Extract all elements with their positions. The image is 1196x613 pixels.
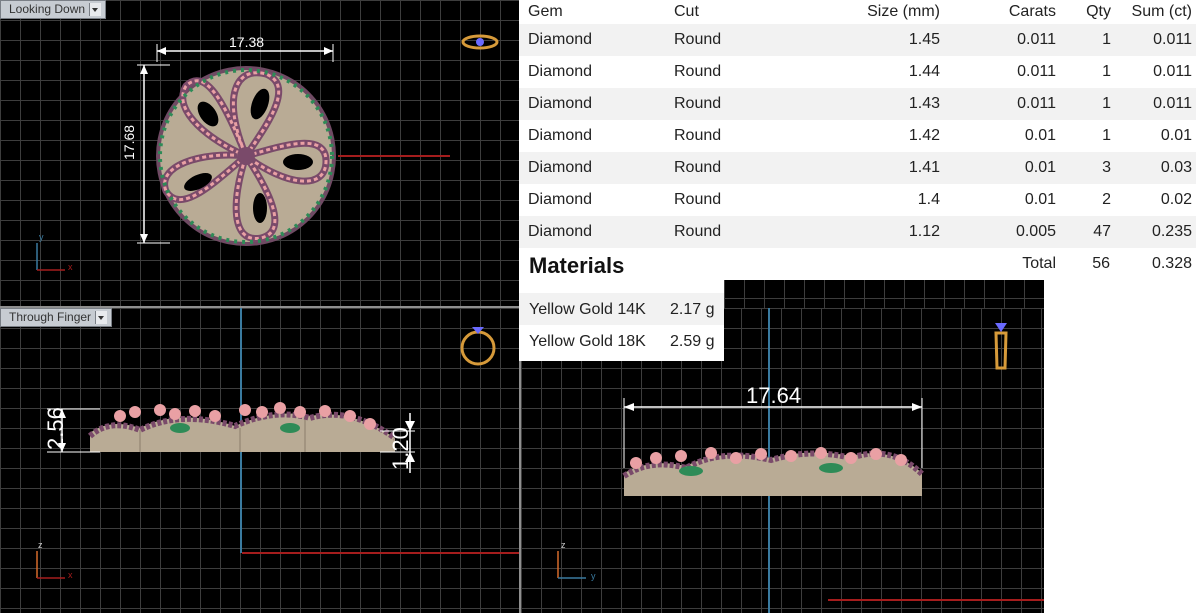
material-weight: 2.59 g bbox=[670, 333, 715, 350]
axis-x-label: x bbox=[68, 570, 73, 580]
cell-sum: 0.011 bbox=[1111, 88, 1196, 120]
cell-cut: Round bbox=[674, 216, 814, 248]
cell-qty: 1 bbox=[1102, 127, 1111, 144]
front-height-right-dimension: 1.20 bbox=[388, 427, 413, 470]
axis-z-label: z bbox=[561, 540, 566, 550]
view-selector-looking-down[interactable]: Looking Down bbox=[0, 0, 107, 19]
materials-title: Materials bbox=[529, 253, 625, 278]
cell-carats: 0.01 bbox=[940, 152, 1056, 184]
cell-carats: 0.01 bbox=[1024, 127, 1056, 144]
header-cut: Cut bbox=[674, 3, 699, 20]
ring-front-icon bbox=[460, 327, 496, 366]
cell-size: 1.45 bbox=[814, 24, 940, 56]
header-sum: Sum (ct) bbox=[1131, 3, 1192, 20]
header-size: Size (mm) bbox=[867, 3, 940, 20]
cell-sum: 0.235 bbox=[1111, 216, 1196, 248]
ring-orientation-icon bbox=[461, 34, 499, 50]
header-gem: Gem bbox=[528, 3, 563, 20]
cell-gem: Diamond bbox=[519, 152, 674, 184]
ring-side-icon bbox=[994, 323, 1008, 370]
total-qty: 56 bbox=[1092, 255, 1110, 272]
front-height-left-dimension: 2.56 bbox=[43, 407, 68, 450]
cell-carats: 0.011 bbox=[940, 24, 1056, 56]
chevron-down-icon[interactable] bbox=[95, 311, 108, 324]
view-label-text: Through Finger bbox=[9, 310, 92, 324]
top-height-dimension: 17.68 bbox=[121, 124, 137, 160]
cell-size: 1.44 bbox=[908, 63, 940, 80]
header-qty: Qty bbox=[1086, 3, 1111, 20]
cell-size: 1.43 bbox=[814, 88, 940, 120]
header-carats: Carats bbox=[1008, 3, 1056, 20]
chevron-down-icon[interactable] bbox=[89, 3, 102, 16]
cell-gem: Diamond bbox=[528, 63, 593, 80]
cell-qty: 3 bbox=[1056, 152, 1111, 184]
material-weight: 2.17 g bbox=[670, 301, 715, 318]
cell-sum: 0.011 bbox=[1153, 63, 1192, 80]
view-label-text: Looking Down bbox=[9, 2, 86, 16]
cell-size: 1.42 bbox=[908, 127, 940, 144]
cell-carats: 0.005 bbox=[940, 216, 1056, 248]
top-width-dimension: 17.38 bbox=[229, 34, 265, 50]
gem-row: Diamond Round 1.42 0.01 1 0.01 bbox=[519, 120, 1196, 152]
cell-sum: 0.011 bbox=[1111, 24, 1196, 56]
looking-down-viewport[interactable]: 17.38 17.68 y x Looking Down bbox=[0, 0, 519, 306]
cell-sum: 0.01 bbox=[1160, 127, 1192, 144]
gem-row: Diamond Round 1.12 0.005 47 0.235 bbox=[519, 216, 1196, 248]
cell-carats: 0.01 bbox=[1024, 191, 1056, 208]
cell-size: 1.4 bbox=[917, 191, 940, 208]
gem-report-panel: Gem Cut Size (mm) Carats Qty Sum (ct) Di… bbox=[519, 0, 1196, 280]
material-row: Yellow Gold 14K 2.17 g bbox=[519, 293, 724, 325]
cell-gem: Diamond bbox=[519, 24, 674, 56]
cell-cut: Round bbox=[674, 63, 722, 80]
cell-sum: 0.02 bbox=[1160, 191, 1192, 208]
cell-cut: Round bbox=[674, 88, 814, 120]
cell-size: 1.12 bbox=[814, 216, 940, 248]
front-view-model bbox=[36, 327, 496, 579]
material-name: Yellow Gold 14K bbox=[529, 301, 646, 318]
cell-gem: Diamond bbox=[528, 127, 593, 144]
materials-panel: Materials Yellow Gold 14K 2.17 g Yellow … bbox=[519, 248, 724, 361]
total-label: Total bbox=[1022, 255, 1056, 272]
axis-y-label: y bbox=[591, 571, 596, 581]
gem-table-header: Gem Cut Size (mm) Carats Qty Sum (ct) bbox=[519, 0, 1196, 24]
cell-size: 1.41 bbox=[814, 152, 940, 184]
cell-qty: 47 bbox=[1056, 216, 1111, 248]
gem-row: Diamond Round 1.41 0.01 3 0.03 bbox=[519, 152, 1196, 184]
gem-row: Diamond Round 1.4 0.01 2 0.02 bbox=[519, 184, 1196, 216]
material-row: Yellow Gold 18K 2.59 g bbox=[519, 325, 724, 357]
material-name: Yellow Gold 18K bbox=[529, 333, 646, 350]
cell-qty: 1 bbox=[1102, 63, 1111, 80]
gem-row: Diamond Round 1.45 0.011 1 0.011 bbox=[519, 24, 1196, 56]
viewport-strip bbox=[724, 278, 1044, 308]
cell-gem: Diamond bbox=[528, 191, 593, 208]
side-width-dimension: 17.64 bbox=[746, 383, 802, 408]
cell-qty: 2 bbox=[1102, 191, 1111, 208]
view-selector-through-finger[interactable]: Through Finger bbox=[0, 308, 113, 327]
cell-cut: Round bbox=[674, 127, 722, 144]
axis-x-label: x bbox=[68, 262, 73, 272]
axis-y-label: y bbox=[39, 232, 44, 242]
cell-gem: Diamond bbox=[519, 216, 674, 248]
cell-cut: Round bbox=[674, 191, 722, 208]
cell-cut: Round bbox=[674, 152, 814, 184]
cell-qty: 1 bbox=[1056, 24, 1111, 56]
gem-row: Diamond Round 1.44 0.011 1 0.011 bbox=[519, 56, 1196, 88]
cell-qty: 1 bbox=[1056, 88, 1111, 120]
through-finger-viewport[interactable]: 2.56 1.20 z x Through Finger bbox=[0, 308, 519, 613]
gem-table: Gem Cut Size (mm) Carats Qty Sum (ct) Di… bbox=[519, 0, 1196, 248]
cell-carats: 0.011 bbox=[1017, 63, 1056, 80]
axis-z-label: z bbox=[38, 540, 43, 550]
cell-sum: 0.03 bbox=[1111, 152, 1196, 184]
cell-carats: 0.011 bbox=[940, 88, 1056, 120]
empty-report-area bbox=[1044, 280, 1196, 613]
cell-gem: Diamond bbox=[519, 88, 674, 120]
gem-row: Diamond Round 1.43 0.011 1 0.011 bbox=[519, 88, 1196, 120]
total-sum: 0.328 bbox=[1151, 255, 1192, 272]
cell-cut: Round bbox=[674, 24, 814, 56]
